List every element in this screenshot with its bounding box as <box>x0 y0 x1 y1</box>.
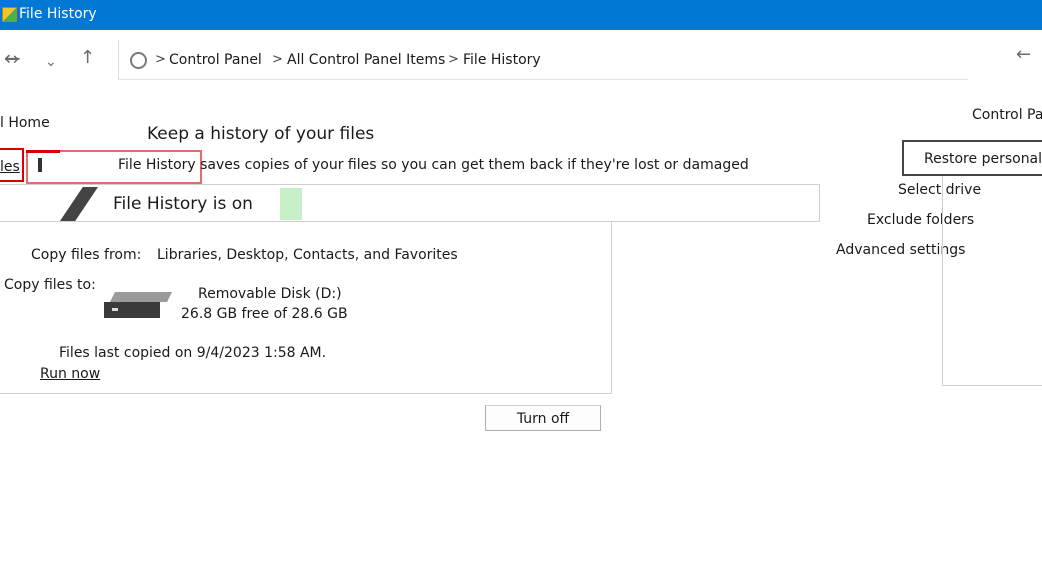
status-banner: File History is on <box>0 184 820 222</box>
control-panel-link[interactable]: Control Pa <box>972 107 1042 123</box>
breadcrumb-separator: > <box>272 52 283 67</box>
highlight-notch <box>26 150 60 153</box>
breadcrumb-control-panel[interactable]: Control Panel <box>169 52 262 68</box>
drive-space: 26.8 GB free of 28.6 GB <box>181 306 348 322</box>
copy-to-label: Copy files to: <box>4 277 96 293</box>
removable-drive-icon <box>104 292 172 318</box>
drive-led <box>112 308 118 311</box>
control-panel-home-link[interactable]: l Home <box>0 115 50 131</box>
window-title: File History <box>19 6 97 22</box>
left-nav-link[interactable]: les <box>0 159 20 175</box>
drive-name: Removable Disk (D:) <box>198 286 342 302</box>
status-stripe-icon <box>60 187 98 221</box>
last-copied-text: Files last copied on 9/4/2023 1:58 AM. <box>59 345 327 361</box>
forward-button[interactable]: → <box>4 50 19 70</box>
cursor-mark <box>38 158 42 172</box>
refresh-icon[interactable]: ← <box>1016 44 1031 65</box>
restore-label: Restore personal f <box>924 151 1042 167</box>
breadcrumb-file-history[interactable]: File History <box>463 52 541 68</box>
breadcrumb-separator: > <box>155 52 166 67</box>
copy-from-label: Copy files from: <box>31 247 142 263</box>
page-title: Keep a history of your files <box>147 124 375 144</box>
restore-personal-files-link[interactable]: Restore personal f <box>902 140 1042 176</box>
status-text: File History is on <box>113 194 253 214</box>
file-history-app-icon <box>2 7 17 22</box>
title-bar: File History <box>0 0 1042 30</box>
right-panel-divider <box>942 176 1042 386</box>
page-subtitle: File History saves copies of your files … <box>118 157 749 173</box>
control-panel-icon <box>130 52 147 69</box>
breadcrumb-separator: > <box>448 52 459 67</box>
turn-off-button[interactable]: Turn off <box>485 405 601 431</box>
chevron-down-icon[interactable]: ⌄ <box>45 52 57 72</box>
drive-top <box>110 292 172 302</box>
status-indicator <box>280 188 302 220</box>
arrow-up-icon[interactable]: ↑ <box>80 48 95 68</box>
breadcrumb-all-items[interactable]: All Control Panel Items <box>287 52 445 68</box>
run-now-link[interactable]: Run now <box>40 366 100 382</box>
copy-from-value: Libraries, Desktop, Contacts, and Favori… <box>157 247 458 263</box>
